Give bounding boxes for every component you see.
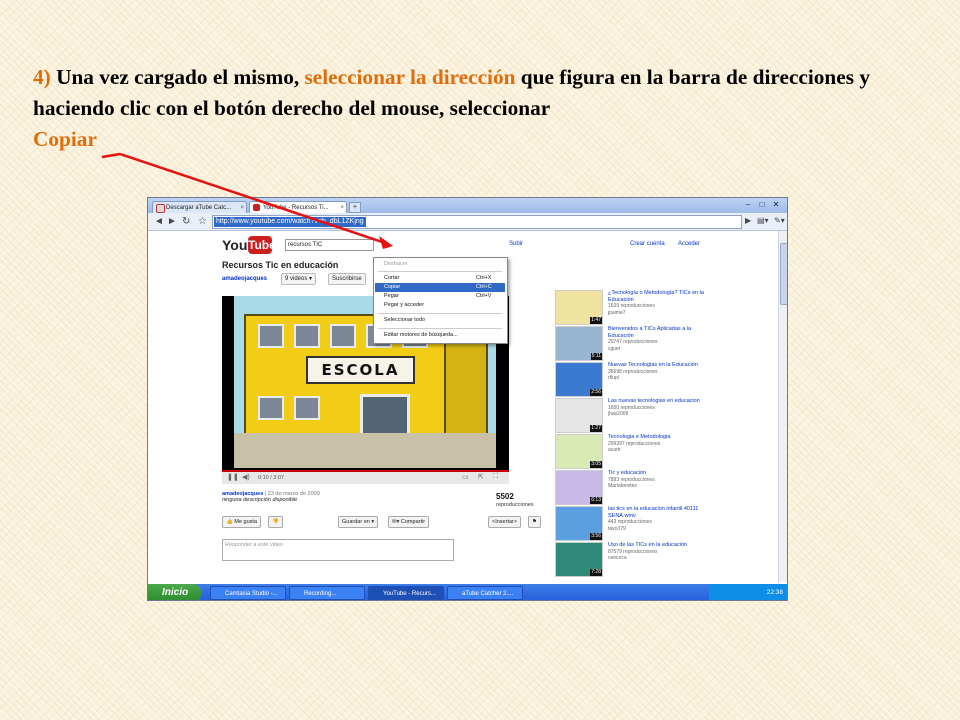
highlight-address: seleccionar la dirección xyxy=(304,65,516,89)
back-icon[interactable]: ◄ xyxy=(154,216,164,227)
menu-item-copy[interactable]: Copiar Ctrl+C xyxy=(375,283,505,292)
tab-youtube[interactable]: YouTube - Recursos Ti... × xyxy=(249,201,347,213)
scrollbar-thumb[interactable] xyxy=(780,243,787,305)
youtube-page: You Tube recursos TIC Subir Crear cuenta… xyxy=(148,231,787,582)
address-bar[interactable]: http://www.youtube.com/watch?v=h_dbL1ZKj… xyxy=(212,215,742,229)
menu-item-select-all[interactable]: Seleccionar todo xyxy=(375,316,505,325)
video-thumbnail[interactable]: 3:05 xyxy=(555,434,603,469)
player-controls[interactable]: ❚❚ ◀) 0:10 / 3:07 ▭ ⇱ ⛶ xyxy=(222,470,509,484)
bookmark-star-icon[interactable]: ☆ xyxy=(198,216,207,227)
context-menu: Deshacer Cortar Ctrl+X Copiar Ctrl+C Pegar… xyxy=(373,257,508,344)
taskbar-item[interactable]: Camtasia Studio -... xyxy=(210,586,286,600)
system-tray-clock[interactable]: 22:38 xyxy=(709,584,787,600)
menu-item-cut[interactable]: Cortar Ctrl+X xyxy=(375,274,505,283)
go-icon[interactable]: ▶ xyxy=(745,216,751,225)
new-tab-button[interactable]: + xyxy=(349,202,361,213)
channel-user-link[interactable]: amadeojacques xyxy=(222,276,267,282)
video-thumbnail[interactable]: 6:13 xyxy=(555,470,603,505)
close-window-button[interactable]: ✕ xyxy=(770,200,782,209)
menu-item-edit-engines[interactable]: Editar motores de búsqueda... xyxy=(375,331,505,340)
instruction-text: 4) Una vez cargado el mismo, seleccionar… xyxy=(33,65,870,151)
youtube-favicon-icon xyxy=(253,204,260,211)
menu-item-paste[interactable]: Pegar Ctrl+V xyxy=(375,292,505,301)
list-item[interactable]: 3:56 las tics en la educacion infantil 4… xyxy=(553,506,753,541)
reload-icon[interactable]: ↻ xyxy=(182,216,190,227)
maximize-button[interactable]: □ xyxy=(756,200,768,209)
resize-icon[interactable]: ▭ xyxy=(462,473,469,481)
sign-in-link[interactable]: Acceder xyxy=(678,241,700,247)
dislike-button[interactable]: 👎 xyxy=(268,516,283,528)
browser-screenshot: Descargar aTube Catc... × YouTube - Recu… xyxy=(147,197,788,601)
video-thumbnail[interactable]: 1:27 xyxy=(555,398,603,433)
forward-icon[interactable]: ► xyxy=(167,216,177,227)
save-to-button[interactable]: Guardar en ▾ xyxy=(338,516,379,528)
view-count: 5502 xyxy=(496,492,514,501)
list-item[interactable]: 3:05 Tecnologia e Metodologia 299397 repr… xyxy=(553,434,753,469)
address-url-selected[interactable]: http://www.youtube.com/watch?v=h_dbL1ZKj… xyxy=(214,217,366,227)
views-label: reproducciones xyxy=(496,502,534,508)
videos-count-dropdown[interactable]: 9 videos ▾ xyxy=(281,273,317,285)
create-account-link[interactable]: Crear cuenta xyxy=(630,241,665,247)
wrench-icon[interactable]: ✎▾ xyxy=(774,216,785,225)
popout-icon[interactable]: ⇱ xyxy=(478,473,484,481)
minimize-button[interactable]: – xyxy=(742,200,754,209)
list-item[interactable]: 1:47 ¿Tecnología o Metodología? TICs en … xyxy=(553,290,753,325)
subscribe-button[interactable]: Suscribirse xyxy=(328,273,366,285)
escola-sign: ESCOLA xyxy=(306,356,415,384)
list-item[interactable]: 7:28 Uso de las TICs en la educación 8757… xyxy=(553,542,753,577)
video-meta: amadeojacques | 23 de marzo de 2009 ning… xyxy=(222,491,492,503)
pause-icon[interactable]: ❚❚ xyxy=(227,473,239,481)
video-thumbnail[interactable]: 3:56 xyxy=(555,506,603,541)
close-icon[interactable]: × xyxy=(240,202,244,213)
video-thumbnail[interactable]: 5:11 xyxy=(555,326,603,361)
list-item[interactable]: 6:13 Tic y educación 7893 reproducciones M… xyxy=(553,470,753,505)
start-button[interactable]: Inicio xyxy=(148,584,201,600)
menu-item-paste-go[interactable]: Pegar y acceder xyxy=(375,301,505,310)
video-thumbnail[interactable]: 7:28 xyxy=(555,542,603,577)
share-button[interactable]: ✉▾ Compartir xyxy=(388,516,430,528)
taskbar-item[interactable]: YouTube - Recurs... xyxy=(368,586,444,600)
browser-toolbar: ◄ ► ↻ ☆ http://www.youtube.com/watch?v=h… xyxy=(148,213,787,231)
channel-title: Recursos Tic en educación xyxy=(222,260,339,270)
menu-item-undo: Deshacer xyxy=(384,261,408,267)
video-thumbnail[interactable]: 2:56 xyxy=(555,362,603,397)
embed-button[interactable]: <Insertar> xyxy=(488,516,522,528)
flag-button[interactable]: ⚑ xyxy=(528,516,541,528)
like-button[interactable]: 👍 Me gusta xyxy=(222,516,262,528)
search-input[interactable]: recursos TIC xyxy=(285,239,374,251)
taskbar-item[interactable]: Recording... xyxy=(289,586,365,600)
page-menu-icon[interactable]: ▤▾ xyxy=(757,216,769,225)
volume-icon[interactable]: ◀) xyxy=(242,473,250,481)
upload-link[interactable]: Subir xyxy=(509,241,523,247)
close-icon[interactable]: × xyxy=(340,202,344,213)
list-item[interactable]: 1:27 Las nuevas tecnologias en educacion… xyxy=(553,398,753,433)
tab-descargar[interactable]: Descargar aTube Catc... × xyxy=(152,201,247,213)
youtube-logo[interactable]: You Tube xyxy=(222,235,276,255)
comment-input[interactable]: Responder a este video xyxy=(222,539,454,561)
title-bar: Descargar aTube Catc... × YouTube - Recu… xyxy=(148,198,787,213)
page-scrollbar[interactable] xyxy=(778,231,787,582)
list-item[interactable]: 5:11 Bienvenidos a TICs Aplicadas a la E… xyxy=(553,326,753,361)
time-display: 0:10 / 3:07 xyxy=(258,475,284,481)
highlight-copy: Copiar xyxy=(33,127,97,151)
fullscreen-icon[interactable]: ⛶ xyxy=(493,473,498,481)
video-thumbnail[interactable]: 1:47 xyxy=(555,290,603,325)
list-item[interactable]: 2:56 Nuevas Tecnologias en la Educación 3… xyxy=(553,362,753,397)
step-number: 4) xyxy=(33,65,51,89)
taskbar-item[interactable]: aTube Catcher 2.... xyxy=(447,586,523,600)
video-description: ninguna descripción disponible xyxy=(222,497,298,503)
windows-taskbar: Inicio Camtasia Studio -... Recording...… xyxy=(148,584,787,600)
youtube-favicon-icon xyxy=(156,204,165,213)
